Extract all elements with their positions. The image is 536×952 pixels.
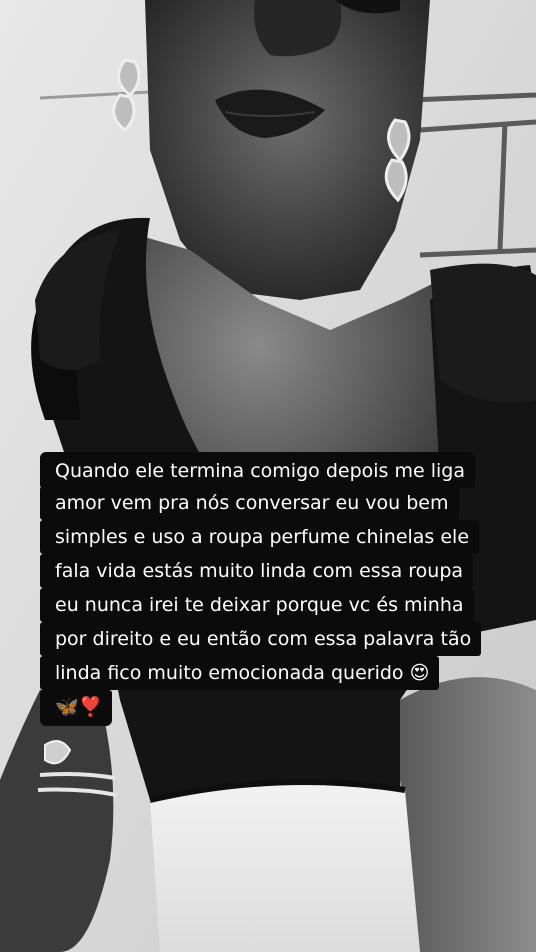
- caption-text: Quando ele termina comigo depois me liga: [40, 452, 475, 488]
- caption-text: amor vem pra nós conversar eu vou bem: [40, 486, 459, 520]
- caption-text: por direito e eu então com essa palavra …: [40, 622, 482, 656]
- caption-line: por direito e eu então com essa palavra …: [40, 622, 492, 656]
- caption-line: Quando ele termina comigo depois me liga: [40, 452, 492, 488]
- caption-line: simples e uso a roupa perfume chinelas e…: [40, 520, 492, 554]
- caption-line: eu nunca irei te deixar porque vc és min…: [40, 588, 492, 622]
- caption-line: linda fico muito emocionada querido 😍: [40, 656, 492, 690]
- caption-text: simples e uso a roupa perfume chinelas e…: [40, 520, 480, 554]
- caption-text: eu nunca irei te deixar porque vc és min…: [40, 588, 474, 622]
- story-caption: Quando ele termina comigo depois me liga…: [40, 452, 492, 726]
- caption-text: fala vida estás muito linda com essa rou…: [40, 554, 474, 588]
- caption-emoji-line: 🦋❣️: [40, 690, 492, 726]
- caption-text: linda fico muito emocionada querido 😍: [40, 656, 440, 690]
- caption-line: fala vida estás muito linda com essa rou…: [40, 554, 492, 588]
- butterfly-heart-emoji: 🦋❣️: [40, 690, 113, 726]
- caption-line: amor vem pra nós conversar eu vou bem: [40, 486, 492, 520]
